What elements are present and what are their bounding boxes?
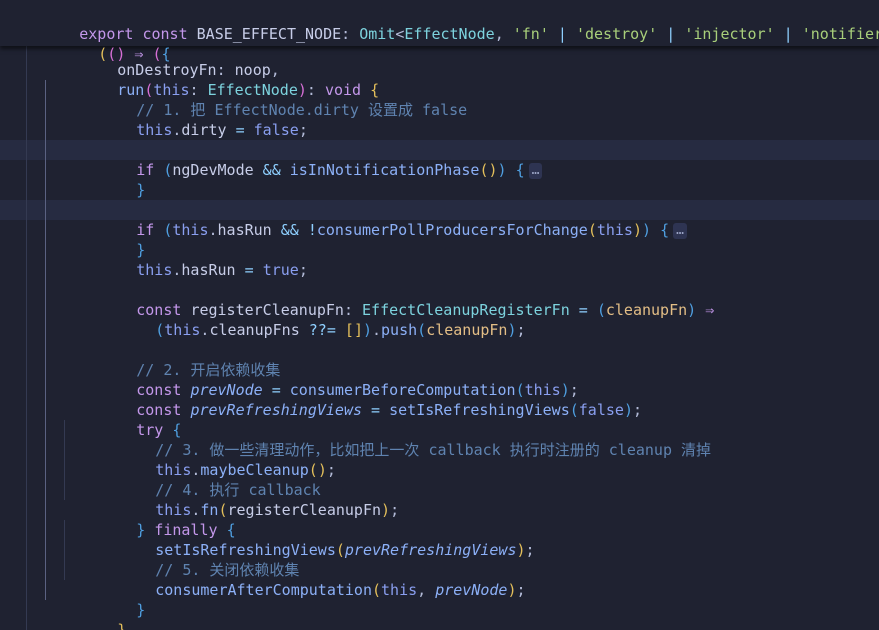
code-line: consumerAfterComputation(this, prevNode)… — [155, 581, 526, 599]
property: dirty — [181, 121, 227, 139]
code-line: const registerCleanupFn: EffectCleanupRe… — [136, 301, 715, 319]
function-call: push — [381, 321, 418, 339]
code-line: } — [0, 160, 879, 199]
bracket: ) — [507, 321, 517, 339]
code-line: setIsRefreshingViews(prevRefreshingViews… — [155, 541, 535, 559]
indent-guide — [26, 46, 27, 630]
bracket: ( — [417, 321, 427, 339]
code-line: this.hasRun = true; — [136, 261, 308, 279]
code-line: // 4. 执行 callback — [0, 460, 879, 499]
keyword: this — [136, 261, 173, 279]
indent-guide — [64, 520, 65, 580]
code-line: this.fn(registerCleanupFn); — [155, 501, 400, 519]
code-line: maybeCleanup(this: EffectNode): void { — [0, 620, 879, 630]
property: hasRun — [181, 261, 236, 279]
code-line: // 2. 开启依赖收集 — [0, 340, 879, 379]
code-line: }, — [0, 600, 879, 630]
code-line: const prevNode = consumerBeforeComputati… — [136, 381, 579, 399]
bracket: ( — [107, 45, 117, 63]
sticky-line[interactable]: (() ⇒ ({ — [0, 24, 879, 63]
indent-guide — [64, 420, 65, 500]
code-line: } finally { — [0, 500, 879, 539]
bracket: ( — [98, 45, 108, 63]
sticky-line[interactable]: export const BASE_EFFECT_NODE: Omit<Effe… — [0, 4, 879, 43]
code-line-highlighted: if (ngDevMode && isInNotificationPhase()… — [0, 140, 879, 179]
bracket: } — [136, 181, 146, 199]
code-editor[interactable]: onDestroyFn: noop, run(this: EffectNode)… — [0, 0, 879, 630]
code-line: } — [0, 580, 879, 619]
operator: = — [235, 261, 263, 279]
bracket: { — [161, 45, 171, 63]
property: cleanupFns — [209, 321, 300, 339]
literal: false — [253, 121, 299, 139]
code-line: } — [0, 220, 879, 259]
bracket: [ — [344, 321, 354, 339]
keyword: this — [164, 321, 201, 339]
bracket: ( — [155, 321, 165, 339]
literal: true — [262, 261, 299, 279]
code-line: this.dirty = false; — [136, 121, 308, 139]
indent-guide-active — [45, 80, 46, 600]
code-line: try { — [0, 400, 879, 439]
sticky-scroll-header[interactable]: export const BASE_EFFECT_NODE: Omit<Effe… — [0, 0, 879, 63]
code-line: (this.cleanupFns ??= []).push(cleanupFn)… — [155, 321, 526, 339]
code-line: const prevRefreshingViews = setIsRefresh… — [136, 401, 642, 419]
editor-scroll-area[interactable]: onDestroyFn: noop, run(this: EffectNode)… — [0, 0, 879, 630]
arrow-operator: ⇒ — [125, 45, 153, 63]
code-line: // 3. 做一些清理动作，比如把上一次 callback 执行时注册的 cle… — [0, 420, 879, 459]
operator: = — [226, 121, 254, 139]
parameter: cleanupFn — [426, 321, 508, 339]
bracket: ) — [116, 45, 126, 63]
bracket: ) — [362, 321, 372, 339]
bracket: ] — [353, 321, 363, 339]
keyword: this — [136, 121, 173, 139]
code-line: this.maybeCleanup(); — [155, 461, 336, 479]
code-line: // 1. 把 EffectNode.dirty 设置成 false — [0, 80, 879, 119]
code-line-highlighted: if (this.hasRun && !consumerPollProducer… — [0, 200, 879, 239]
code-line: // 5. 关闭依赖收集 — [0, 540, 879, 579]
operator: ??= — [299, 321, 345, 339]
